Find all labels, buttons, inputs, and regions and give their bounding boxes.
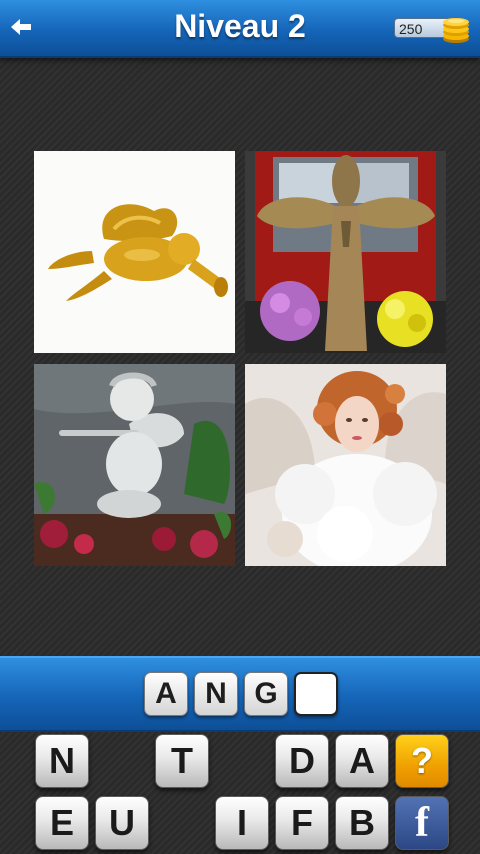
letter-key[interactable]: U	[95, 796, 149, 850]
hint-button[interactable]: ?	[395, 734, 449, 788]
letter-key[interactable]: N	[35, 734, 89, 788]
answer-slot-empty[interactable]	[294, 672, 338, 716]
letter-key[interactable]: B	[335, 796, 389, 850]
straw-angel-statue-image[interactable]	[245, 151, 446, 353]
answer-bar: A N G	[0, 656, 480, 732]
gold-coins-icon	[440, 12, 472, 44]
letter-key[interactable]: A	[335, 734, 389, 788]
top-bar: Niveau 2 250	[0, 0, 480, 58]
answer-slot[interactable]: A	[144, 672, 188, 716]
letter-key[interactable]: D	[275, 734, 329, 788]
letter-key[interactable]: E	[35, 796, 89, 850]
answer-slot[interactable]: G	[244, 672, 288, 716]
letter-key[interactable]: F	[275, 796, 329, 850]
letter-key[interactable]: I	[215, 796, 269, 850]
stone-cherub-flute-image[interactable]	[34, 364, 235, 566]
picture-grid	[34, 151, 446, 566]
facebook-share-button[interactable]: f	[395, 796, 449, 850]
letter-key[interactable]: T	[155, 734, 209, 788]
answer-slot[interactable]: N	[194, 672, 238, 716]
golden-cherub-ornament-image[interactable]	[34, 151, 235, 353]
porcelain-angel-doll-image[interactable]	[245, 364, 446, 566]
